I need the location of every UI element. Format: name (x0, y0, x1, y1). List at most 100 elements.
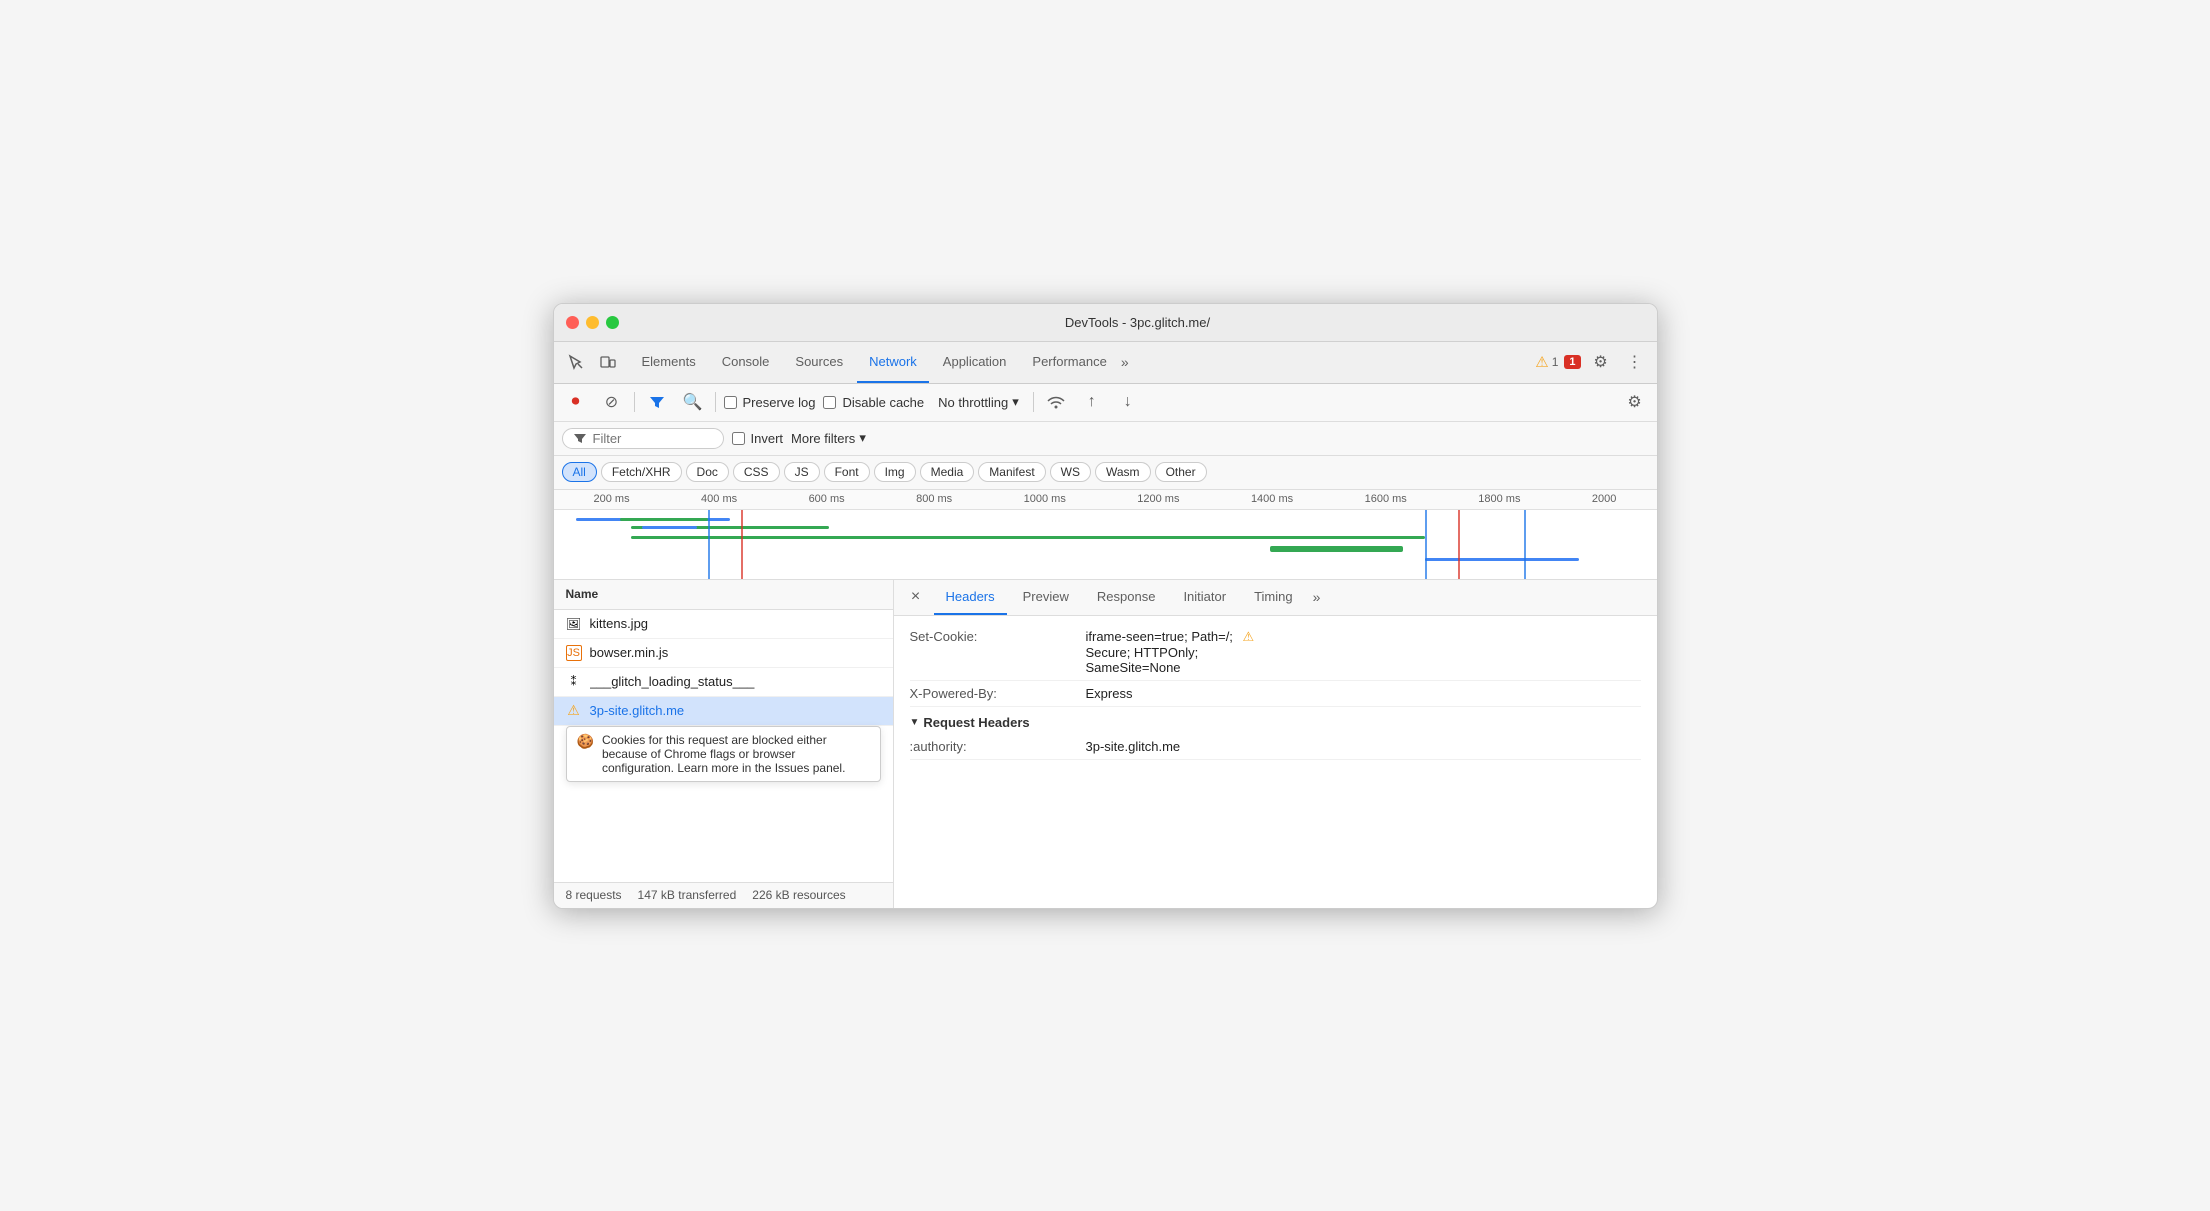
filter-input[interactable] (593, 431, 713, 446)
x-powered-by-val: Express (1086, 686, 1641, 701)
filter-other[interactable]: Other (1155, 462, 1207, 482)
request-item-glitch-status[interactable]: ⁑ ___glitch_loading_status___ (554, 668, 893, 697)
disable-cache-checkbox[interactable] (823, 396, 836, 409)
devtools-right-actions: ⚠ 1 1 ⚙ ⋮ (1535, 348, 1648, 376)
ruler-mark-1200: 1200 ms (1137, 493, 1179, 505)
download-icon[interactable]: ↓ (1114, 388, 1142, 416)
requests-header: Name (554, 580, 893, 610)
filter-fetch-xhr[interactable]: Fetch/XHR (601, 462, 682, 482)
wifi-icon[interactable] (1042, 388, 1070, 416)
filter-all[interactable]: All (562, 462, 597, 482)
ruler-mark-1600: 1600 ms (1365, 493, 1407, 505)
clear-button[interactable]: ⊘ (598, 388, 626, 416)
warning-icon: ⚠ (1535, 353, 1548, 371)
more-options-icon[interactable]: ⋮ (1621, 348, 1649, 376)
throttle-select[interactable]: No throttling ▾ (932, 392, 1025, 412)
request-item-bowser[interactable]: JS bowser.min.js (554, 639, 893, 668)
filter-manifest[interactable]: Manifest (978, 462, 1045, 482)
tab-performance[interactable]: Performance (1020, 342, 1118, 383)
request-item-3p-site[interactable]: ⚠ 3p-site.glitch.me (554, 697, 893, 726)
request-item-kittens[interactable]: 🖼 kittens.jpg (554, 610, 893, 639)
warnings-count: 1 (1552, 355, 1559, 369)
close-button[interactable] (566, 316, 579, 329)
preserve-log-checkbox[interactable] (724, 396, 737, 409)
title-bar: DevTools - 3pc.glitch.me/ (554, 304, 1657, 342)
tab-initiator[interactable]: Initiator (1171, 580, 1238, 615)
set-cookie-key: Set-Cookie: (910, 629, 1070, 675)
header-row-set-cookie: Set-Cookie: iframe-seen=true; Path=/; ⚠ … (910, 624, 1641, 681)
header-row-authority: :authority: 3p-site.glitch.me (910, 734, 1641, 760)
header-row-x-powered-by: X-Powered-By: Express (910, 681, 1641, 707)
requests-list: 🖼 kittens.jpg JS bowser.min.js ⁑ ___glit… (554, 610, 893, 882)
requests-count: 8 requests (566, 888, 622, 902)
ruler-mark-1000: 1000 ms (1024, 493, 1066, 505)
warnings-badge[interactable]: ⚠ 1 (1535, 353, 1558, 371)
filter-input-wrap[interactable] (562, 428, 724, 449)
filter-ws[interactable]: WS (1050, 462, 1091, 482)
invert-label[interactable]: Invert (732, 431, 784, 446)
network-settings-icon[interactable]: ⚙ (1621, 388, 1649, 416)
transferred-size: 147 kB transferred (638, 888, 737, 902)
errors-count: 1 (1564, 355, 1580, 369)
filter-doc[interactable]: Doc (686, 462, 729, 482)
filter-img[interactable]: Img (874, 462, 916, 482)
glitch-status-icon: ⁑ (566, 674, 582, 690)
3p-site-name: 3p-site.glitch.me (590, 703, 881, 718)
ruler-marks: 200 ms 400 ms 600 ms 800 ms 1000 ms 1200… (594, 493, 1617, 505)
tab-timing[interactable]: Timing (1242, 580, 1305, 615)
devtools-tabs-bar: Elements Console Sources Network Applica… (554, 342, 1657, 384)
more-filters-button[interactable]: More filters ▾ (791, 430, 866, 446)
close-panel-button[interactable]: × (902, 583, 930, 611)
toolbar-divider-3 (1033, 392, 1034, 412)
tab-sources[interactable]: Sources (783, 342, 855, 383)
tab-elements[interactable]: Elements (630, 342, 708, 383)
filter-button[interactable] (643, 388, 671, 416)
section-triangle: ▼ (910, 717, 920, 728)
filter-css[interactable]: CSS (733, 462, 780, 482)
more-tabs-icon[interactable]: » (1121, 354, 1129, 370)
filter-wasm[interactable]: Wasm (1095, 462, 1151, 482)
vline-red-2 (1458, 510, 1460, 580)
tab-headers[interactable]: Headers (934, 580, 1007, 615)
disable-cache-label[interactable]: Disable cache (823, 395, 924, 410)
kittens-name: kittens.jpg (590, 616, 881, 631)
ruler-mark-800: 800 ms (916, 493, 952, 505)
preserve-log-label[interactable]: Preserve log (724, 395, 816, 410)
waterfall-bar-3p-blue (1425, 558, 1579, 561)
filter-media[interactable]: Media (920, 462, 975, 482)
main-area: Name 🖼 kittens.jpg JS bowser.min.js ⁑ __… (554, 580, 1657, 908)
more-tabs-chevron[interactable]: » (1313, 589, 1321, 605)
waterfall-bar-glitch (1270, 546, 1402, 552)
ruler-mark-2000: 2000 (1592, 493, 1616, 505)
device-toggle-icon[interactable] (594, 348, 622, 376)
vline-red-1 (741, 510, 743, 580)
tab-application[interactable]: Application (931, 342, 1019, 383)
ruler-mark-400: 400 ms (701, 493, 737, 505)
tab-network[interactable]: Network (857, 342, 929, 383)
x-powered-by-key: X-Powered-By: (910, 686, 1070, 701)
tab-preview[interactable]: Preview (1011, 580, 1081, 615)
settings-icon[interactable]: ⚙ (1587, 348, 1615, 376)
timeline-canvas (554, 510, 1657, 580)
authority-key: :authority: (910, 739, 1070, 754)
upload-icon[interactable]: ↑ (1078, 388, 1106, 416)
maximize-button[interactable] (606, 316, 619, 329)
filter-js[interactable]: JS (784, 462, 820, 482)
tab-console[interactable]: Console (710, 342, 782, 383)
filter-font[interactable]: Font (824, 462, 870, 482)
minimize-button[interactable] (586, 316, 599, 329)
headers-panel: × Headers Preview Response Initiator Tim… (894, 580, 1657, 908)
timeline-ruler: 200 ms 400 ms 600 ms 800 ms 1000 ms 1200… (554, 490, 1657, 510)
errors-badge[interactable]: 1 (1564, 355, 1580, 369)
ruler-mark-600: 600 ms (809, 493, 845, 505)
invert-checkbox[interactable] (732, 432, 745, 445)
authority-val: 3p-site.glitch.me (1086, 739, 1641, 754)
throttle-dropdown-icon: ▾ (1012, 394, 1019, 410)
vline-blue-2 (1425, 510, 1427, 580)
type-filter-row: All Fetch/XHR Doc CSS JS Font Img Media … (554, 456, 1657, 490)
vline-blue-3 (1524, 510, 1526, 580)
record-stop-button[interactable]: ⏺ (562, 388, 590, 416)
search-button[interactable]: 🔍 (679, 388, 707, 416)
cursor-icon[interactable] (562, 348, 590, 376)
tab-response[interactable]: Response (1085, 580, 1168, 615)
